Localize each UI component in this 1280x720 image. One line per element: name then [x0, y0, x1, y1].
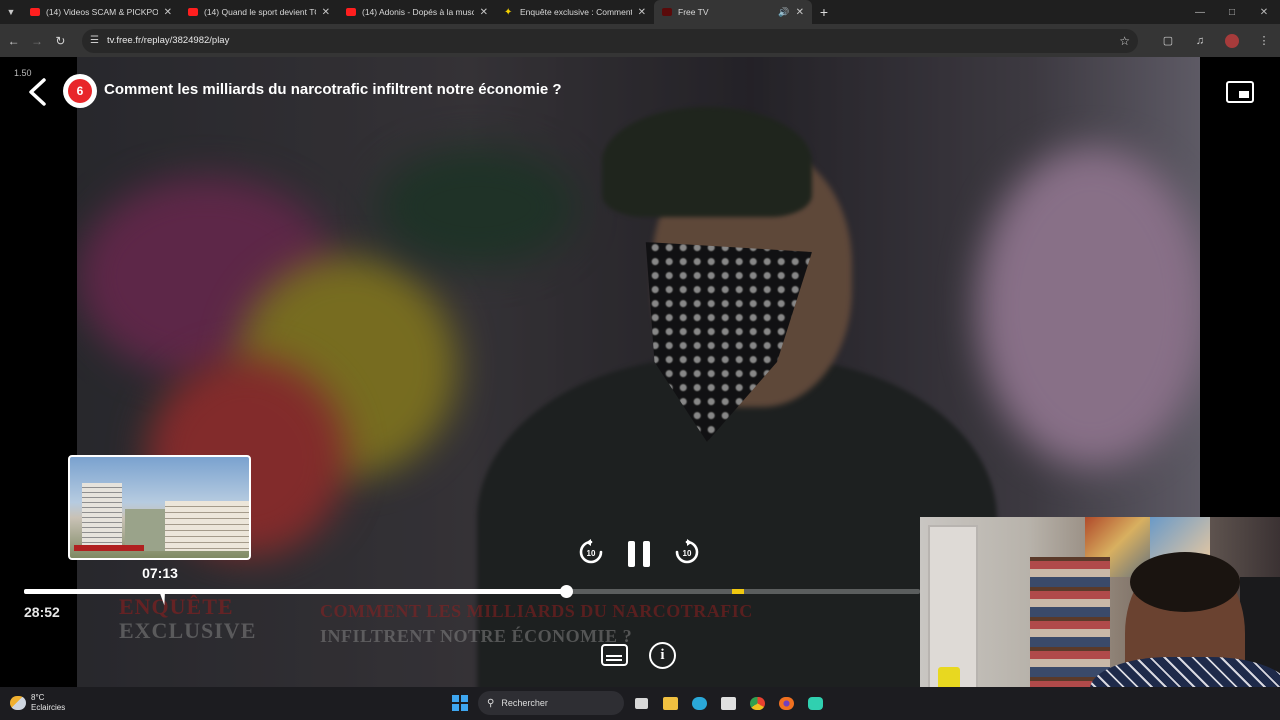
- weather-icon: [10, 696, 26, 710]
- maximize-icon[interactable]: □: [1216, 7, 1248, 18]
- preview-banner: [74, 545, 144, 551]
- total-duration: 28:52: [24, 604, 60, 620]
- tab-title: Enquête exclusive : Comment le: [520, 7, 632, 17]
- forward-arrow-icon[interactable]: →: [25, 34, 48, 48]
- windows-start-icon[interactable]: [452, 695, 468, 711]
- search-placeholder: Rechercher: [501, 698, 548, 708]
- address-bar: ← → ↻ ☰ tv.free.fr/replay/3824982/play ☆…: [0, 24, 1280, 57]
- rewind-10-icon[interactable]: 10: [578, 539, 604, 565]
- webcam-hair: [1130, 552, 1240, 612]
- forward-10-icon[interactable]: 10: [674, 539, 700, 565]
- tab-2[interactable]: (14) Quand le sport devient TO ✕: [180, 0, 338, 24]
- tab-1[interactable]: (14) Videos SCAM & PICKPOCK ✕: [22, 0, 180, 24]
- freetv-icon: [662, 8, 672, 16]
- rewind-seconds: 10: [587, 549, 596, 558]
- chat-app-icon[interactable]: [803, 691, 827, 715]
- tab-3[interactable]: (14) Adonis - Dopés à la muscu ✕: [338, 0, 496, 24]
- search-icon: ⚲: [487, 697, 495, 709]
- seek-preview-thumbnail: [68, 455, 251, 560]
- seek-bar-handle[interactable]: [560, 585, 574, 598]
- burned-caption-left: ENQUÊTE EXCLUSIVE: [119, 595, 256, 643]
- youtube-icon: [188, 8, 198, 16]
- youtube-icon: [30, 8, 40, 16]
- edge-icon[interactable]: [687, 691, 711, 715]
- url-field[interactable]: ☰ tv.free.fr/replay/3824982/play ☆: [82, 28, 1138, 53]
- info-icon[interactable]: i: [649, 642, 676, 669]
- avatar[interactable]: [1224, 33, 1239, 48]
- seek-bar-marker: [731, 589, 744, 594]
- file-explorer-icon[interactable]: [658, 691, 682, 715]
- pause-button[interactable]: [628, 541, 650, 567]
- video-title: Comment les milliards du narcotrafic inf…: [104, 81, 562, 98]
- burned-caption-right: COMMENT LES MILLIARDS DU NARCOTRAFIC INF…: [320, 599, 753, 649]
- close-tab-icon[interactable]: ✕: [480, 7, 488, 18]
- firefox-icon[interactable]: [774, 691, 798, 715]
- task-view-icon[interactable]: [629, 691, 653, 715]
- back-arrow-icon[interactable]: ←: [2, 34, 25, 48]
- reload-icon[interactable]: ↻: [49, 34, 72, 48]
- close-tab-icon[interactable]: ✕: [796, 7, 804, 18]
- tab-title: Free TV: [678, 7, 709, 17]
- subtitles-icon[interactable]: [601, 644, 628, 666]
- channel-logo: 6: [63, 74, 97, 108]
- menu-dots-icon[interactable]: ⋮: [1248, 34, 1280, 47]
- tab-4[interactable]: ✦ Enquête exclusive : Comment le ✕: [496, 0, 654, 24]
- tab-5-active[interactable]: Free TV 🔊 ✕: [654, 0, 812, 24]
- url-text: tv.free.fr/replay/3824982/play: [107, 35, 230, 46]
- minimize-icon[interactable]: —: [1184, 7, 1216, 18]
- star-icon: ✦: [504, 6, 513, 18]
- weather-widget[interactable]: 8°C Eclaircies: [10, 693, 65, 713]
- chrome-icon[interactable]: [745, 691, 769, 715]
- preview-time: 07:13: [142, 565, 178, 581]
- tab-search-icon[interactable]: ▼: [0, 0, 22, 24]
- seek-bar[interactable]: [24, 585, 920, 598]
- preview-building: [165, 501, 249, 551]
- weather-temp: 8°C: [31, 693, 45, 702]
- weather-desc: Eclaircies: [31, 703, 66, 712]
- channel-number: 6: [68, 79, 92, 103]
- caption-line: EXCLUSIVE: [119, 618, 257, 643]
- back-icon[interactable]: [26, 77, 50, 107]
- tab-title: (14) Quand le sport devient TO: [204, 7, 316, 17]
- caption-line: ENQUÊTE: [119, 594, 234, 619]
- taskbar-search[interactable]: ⚲ Rechercher: [478, 691, 624, 715]
- close-tab-icon[interactable]: ✕: [638, 7, 646, 18]
- site-settings-icon[interactable]: ☰: [90, 35, 99, 46]
- close-tab-icon[interactable]: ✕: [322, 7, 330, 18]
- toolbar-icons: ▢ ♫ ⋮: [1152, 33, 1280, 48]
- window-controls: — □ ✕: [1184, 0, 1280, 24]
- picture-in-picture-icon[interactable]: [1226, 81, 1254, 103]
- extensions-icon[interactable]: ▢: [1152, 34, 1184, 47]
- speaker-icon[interactable]: 🔊: [778, 7, 789, 18]
- caption-line: INFILTRENT NOTRE ÉCONOMIE ?: [320, 626, 633, 646]
- media-controls-icon[interactable]: ♫: [1184, 35, 1216, 47]
- taskbar-apps: ⚲ Rechercher: [452, 691, 827, 715]
- tab-strip: ▼ (14) Videos SCAM & PICKPOCK ✕ (14) Qua…: [0, 0, 1280, 24]
- tab-title: (14) Adonis - Dopés à la muscu: [362, 7, 474, 17]
- close-tab-icon[interactable]: ✕: [164, 7, 172, 18]
- store-icon[interactable]: [716, 691, 740, 715]
- new-tab-button[interactable]: +: [812, 4, 836, 20]
- bookmark-star-icon[interactable]: ☆: [1119, 34, 1130, 48]
- preview-building: [82, 483, 122, 551]
- tab-title: (14) Videos SCAM & PICKPOCK: [46, 7, 158, 17]
- seek-bar-played: [24, 589, 567, 594]
- taskbar: 8°C Eclaircies ⚲ Rechercher: [0, 687, 1280, 720]
- close-window-icon[interactable]: ✕: [1248, 7, 1280, 18]
- caption-line: COMMENT LES MILLIARDS DU NARCOTRAFIC: [320, 601, 753, 621]
- youtube-icon: [346, 8, 356, 16]
- forward-seconds: 10: [683, 549, 692, 558]
